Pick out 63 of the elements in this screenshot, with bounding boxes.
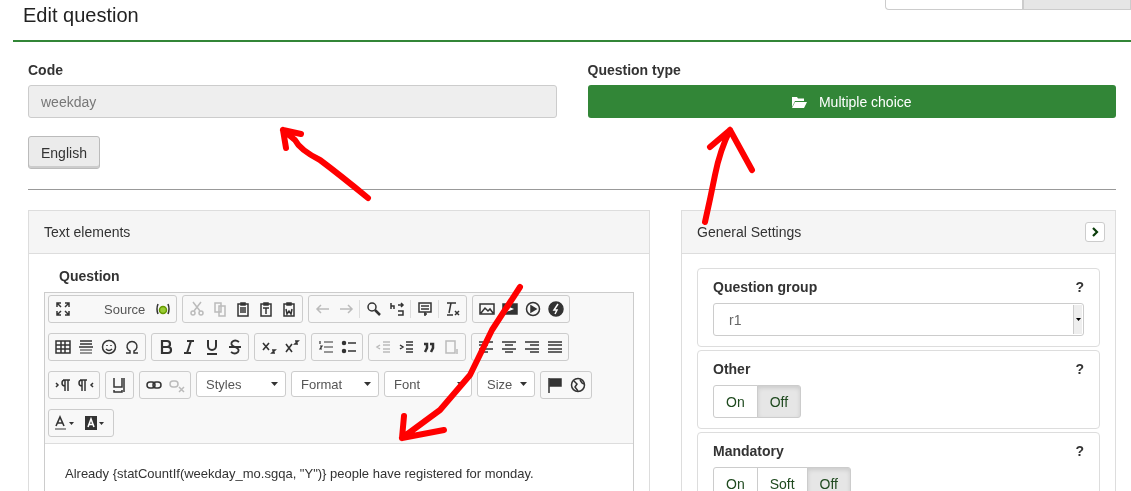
source-button[interactable]: Source (104, 301, 146, 317)
film-icon[interactable] (501, 301, 518, 317)
toggle-option[interactable]: Off (756, 385, 802, 418)
setting-label: Other (713, 361, 751, 377)
editor-text[interactable]: Already {statCountIf(weekday_mo.sgqa, "Y")} people have registered for monday. (45, 443, 633, 491)
superscript-icon[interactable] (283, 339, 300, 355)
image-icon[interactable] (478, 301, 495, 317)
group-select[interactable]: r1 (713, 303, 1084, 336)
help-mark[interactable]: ? (1075, 279, 1084, 295)
horizontal-rule-icon[interactable] (77, 339, 94, 355)
help-mark[interactable]: ? (1075, 443, 1084, 459)
clipboard-icon[interactable] (234, 301, 251, 317)
select-all-icon[interactable] (416, 301, 433, 317)
page-title: Edit question (23, 4, 139, 27)
code-field[interactable]: weekday (28, 85, 557, 118)
expand-button[interactable] (1085, 222, 1105, 242)
indent-icon[interactable] (397, 339, 414, 355)
clipboard-icon[interactable] (280, 301, 297, 317)
field-label: Question (59, 268, 120, 284)
toggle-option[interactable]: Soft (756, 467, 808, 491)
smiley-icon[interactable] (100, 339, 117, 355)
font-dropdown[interactable]: Font (384, 371, 472, 397)
replace-icon[interactable] (388, 301, 405, 317)
setting-label: Mandatory (713, 443, 784, 459)
ltr-icon[interactable] (54, 377, 71, 393)
folder-icon (791, 95, 807, 108)
panel-title: General Settings (697, 224, 802, 240)
size-dropdown[interactable]: Size (477, 371, 535, 397)
numbered-list-icon[interactable] (317, 339, 334, 355)
play-icon[interactable] (524, 301, 541, 317)
bolt-icon[interactable] (547, 301, 564, 317)
caret-icon[interactable] (271, 382, 278, 386)
toggle-option[interactable]: On (713, 467, 758, 491)
bullet-list-icon[interactable] (340, 339, 357, 355)
caret-icon[interactable] (364, 382, 371, 386)
search-icon[interactable] (365, 301, 382, 317)
align-center-icon[interactable] (500, 339, 517, 355)
caret-icon[interactable] (520, 382, 527, 386)
align-left-icon[interactable] (477, 339, 494, 355)
align-right-icon[interactable] (523, 339, 540, 355)
globe-icon[interactable] (569, 377, 586, 393)
question-type-button[interactable]: Multiple choice (587, 85, 1116, 118)
clear-format-icon[interactable] (444, 301, 461, 317)
format-dropdown[interactable]: Format (291, 371, 379, 397)
panel-title: Text elements (44, 224, 131, 240)
styles-dropdown[interactable]: Styles (196, 371, 286, 397)
setting-label: Question group (713, 279, 818, 295)
language-button[interactable]: English (28, 136, 100, 169)
chevron-right-icon (1091, 227, 1099, 237)
toggle-option[interactable]: Off (806, 467, 851, 491)
table-icon[interactable] (54, 339, 71, 355)
field-label: Code (28, 62, 63, 78)
flag-icon[interactable] (546, 377, 563, 393)
strikethrough-icon[interactable] (226, 339, 243, 355)
help-mark[interactable]: ? (1075, 361, 1084, 377)
toggle-option[interactable]: On (713, 385, 758, 418)
maximize-icon[interactable] (54, 301, 71, 317)
field-label: Question type (587, 62, 681, 78)
omega-icon[interactable] (123, 339, 140, 355)
justify-icon[interactable] (546, 339, 563, 355)
clipboard-icon[interactable] (257, 301, 274, 317)
caret-icon[interactable] (1075, 318, 1081, 321)
rtl-icon[interactable] (77, 377, 94, 393)
